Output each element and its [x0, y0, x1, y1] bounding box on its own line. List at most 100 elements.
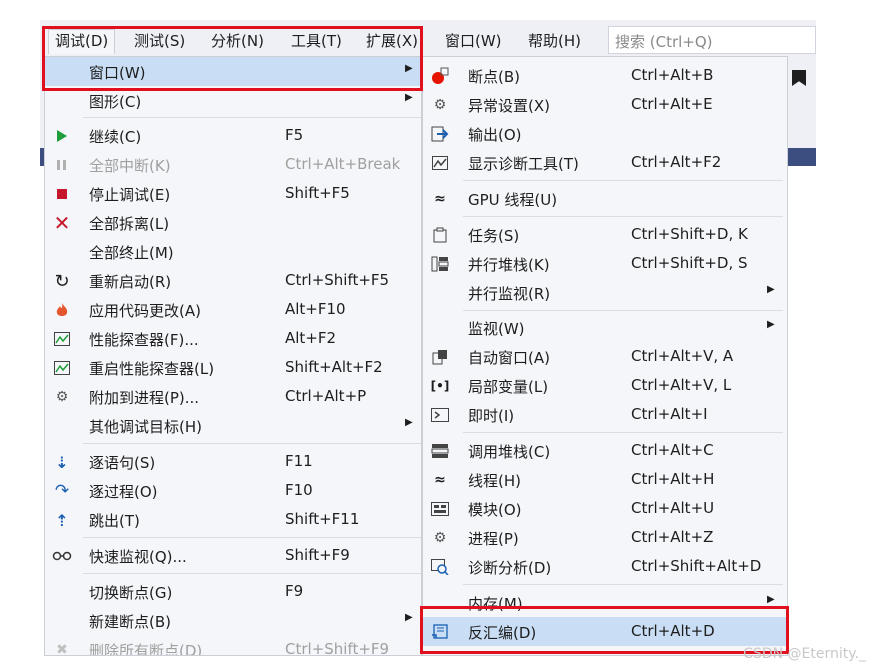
menu-separator: [83, 573, 421, 574]
window-item-autos[interactable]: 自动窗口(A) Ctrl+Alt+V, A: [423, 342, 787, 371]
menu-separator: [463, 216, 783, 217]
menu-separator: [83, 117, 421, 118]
menu-item-shortcut: Ctrl+Shift+D, S: [631, 254, 748, 272]
window-item-threads[interactable]: ≈ 线程(H) Ctrl+Alt+H: [423, 465, 787, 494]
menu-item-apply-code-changes[interactable]: 应用代码更改(A) Alt+F10: [45, 295, 421, 324]
menu-item-label: 性能探查器(F)...: [89, 331, 199, 349]
exception-settings-icon: ⚙: [433, 97, 447, 113]
menu-item-shortcut: Ctrl+Alt+P: [285, 387, 367, 405]
menu-item-step-over[interactable]: ↷ 逐过程(O) F10: [45, 476, 421, 505]
play-icon: [51, 125, 73, 147]
output-icon: [429, 123, 451, 145]
menu-item-label: 线程(H): [468, 472, 521, 490]
profiler-icon: [51, 357, 73, 379]
window-item-call-stack[interactable]: 调用堆栈(C) Ctrl+Alt+C: [423, 436, 787, 465]
menu-item-detach-all[interactable]: ✕ 全部拆离(L): [45, 208, 421, 237]
submenu-arrow-icon: ▶: [405, 612, 413, 623]
step-over-icon: ↷: [54, 481, 70, 501]
window-item-processes[interactable]: ⚙ 进程(P) Ctrl+Alt+Z: [423, 523, 787, 552]
menu-item-restart[interactable]: ↻ 重新启动(R) Ctrl+Shift+F5: [45, 266, 421, 295]
menu-item-stop-debugging[interactable]: 停止调试(E) Shift+F5: [45, 179, 421, 208]
menu-item-shortcut: Ctrl+Alt+I: [631, 405, 708, 423]
submenu-arrow-icon: ▶: [767, 594, 775, 605]
menu-item-step-into[interactable]: ⇣ 逐语句(S) F11: [45, 447, 421, 476]
menu-item-label: 并行堆栈(K): [468, 256, 550, 274]
detach-icon: ✕: [53, 211, 71, 235]
window-item-modules[interactable]: 模块(O) Ctrl+Alt+U: [423, 494, 787, 523]
menu-item-performance-profiler[interactable]: 性能探查器(F)... Alt+F2: [45, 324, 421, 353]
diagnostic-analysis-icon: [429, 556, 451, 578]
menu-item-shortcut: F10: [285, 481, 313, 499]
window-item-exception-settings[interactable]: ⚙ 异常设置(X) Ctrl+Alt+E: [423, 90, 787, 119]
window-item-locals[interactable]: [•] 局部变量(L) Ctrl+Alt+V, L: [423, 371, 787, 400]
window-item-watch[interactable]: 监视(W) ▶: [423, 313, 787, 342]
menu-item-attach-to-process[interactable]: ⚙ 附加到进程(P)... Ctrl+Alt+P: [45, 382, 421, 411]
menu-item-label: 删除所有断点(D): [89, 642, 203, 656]
window-item-diagnostic-analysis[interactable]: 诊断分析(D) Ctrl+Shift+Alt+D: [423, 552, 787, 581]
menu-item-label: 继续(C): [89, 128, 142, 146]
menu-item-continue[interactable]: 继续(C) F5: [45, 121, 421, 150]
window-item-output[interactable]: 输出(O): [423, 119, 787, 148]
menu-item-toggle-breakpoint[interactable]: 切换断点(G) F9: [45, 577, 421, 606]
menu-window[interactable]: 窗口(W): [439, 30, 508, 52]
menu-item-shortcut: Ctrl+Shift+D, K: [631, 225, 748, 243]
submenu-arrow-icon: ▶: [767, 319, 775, 330]
stop-icon: [51, 183, 73, 205]
menu-item-label: 附加到进程(P)...: [89, 389, 200, 407]
menu-item-label: 切换断点(G): [89, 584, 173, 602]
menu-separator: [463, 584, 783, 585]
watermark: CSDN @Eternity._: [743, 646, 866, 662]
menu-item-delete-all-breakpoints[interactable]: ✖ 删除所有断点(D) Ctrl+Shift+F9: [45, 635, 421, 656]
modules-icon: [429, 498, 451, 520]
menu-item-relaunch-profiler[interactable]: 重启性能探查器(L) Shift+Alt+F2: [45, 353, 421, 382]
menu-item-label: 逐语句(S): [89, 454, 156, 472]
diagnostics-icon: [429, 152, 451, 174]
breakpoint-icon: [429, 65, 451, 87]
window-item-show-diagnostic-tools[interactable]: 显示诊断工具(T) Ctrl+Alt+F2: [423, 148, 787, 177]
pause-icon: [51, 154, 73, 176]
menu-item-label: 跳出(T): [89, 512, 140, 530]
window-item-gpu-threads[interactable]: ≈ GPU 线程(U): [423, 184, 787, 213]
menu-item-break-all[interactable]: 全部中断(K) Ctrl+Alt+Break: [45, 150, 421, 179]
restart-icon: ↻: [54, 270, 70, 292]
threads-icon: ≈: [434, 472, 446, 488]
glasses-icon: [51, 545, 73, 567]
menu-item-label: 应用代码更改(A): [89, 302, 201, 320]
menu-item-label: 断点(B): [468, 68, 520, 86]
menu-item-step-out[interactable]: ⇡ 跳出(T) Shift+F11: [45, 505, 421, 534]
menu-item-label: 快速监视(Q)...: [89, 548, 187, 566]
menu-item-label: 重新启动(R): [89, 273, 172, 291]
menu-separator: [463, 310, 783, 311]
menu-separator: [463, 432, 783, 433]
autos-icon: [429, 346, 451, 368]
attach-icon: ⚙: [55, 389, 69, 405]
threads-icon: ≈: [434, 191, 446, 207]
menu-item-label: 即时(I): [468, 407, 515, 425]
menu-item-shortcut: Shift+F9: [285, 546, 350, 564]
menu-item-shortcut: Ctrl+Alt+B: [631, 66, 714, 84]
menu-item-label: 图形(C): [89, 93, 142, 111]
menu-item-shortcut: Ctrl+Shift+F9: [285, 640, 390, 656]
window-item-parallel-watch[interactable]: 并行监视(R) ▶: [423, 278, 787, 307]
menu-separator: [83, 443, 421, 444]
window-item-breakpoints[interactable]: 断点(B) Ctrl+Alt+B: [423, 61, 787, 90]
window-item-tasks[interactable]: 任务(S) Ctrl+Shift+D, K: [423, 220, 787, 249]
menu-item-label: 重启性能探查器(L): [89, 360, 215, 378]
menu-item-new-breakpoint[interactable]: 新建断点(B) ▶: [45, 606, 421, 635]
menu-separator: [83, 537, 421, 538]
menu-item-terminate-all[interactable]: 全部终止(M): [45, 237, 421, 266]
menu-item-quick-watch[interactable]: 快速监视(Q)... Shift+F9: [45, 541, 421, 570]
processes-icon: ⚙: [433, 530, 447, 546]
menu-item-other-debug-targets[interactable]: 其他调试目标(H) ▶: [45, 411, 421, 440]
menu-item-shortcut: Ctrl+Shift+F5: [285, 271, 390, 289]
menu-item-shortcut: Ctrl+Alt+F2: [631, 153, 722, 171]
menu-item-label: 任务(S): [468, 227, 520, 245]
menu-help[interactable]: 帮助(H): [522, 30, 587, 52]
hot-reload-icon: [51, 299, 73, 321]
submenu-arrow-icon: ▶: [767, 284, 775, 295]
search-input[interactable]: 搜索 (Ctrl+Q): [608, 26, 816, 54]
window-item-parallel-stacks[interactable]: 并行堆栈(K) Ctrl+Shift+D, S: [423, 249, 787, 278]
menu-item-label: 监视(W): [468, 320, 525, 338]
window-item-immediate[interactable]: 即时(I) Ctrl+Alt+I: [423, 400, 787, 429]
menu-item-shortcut: Ctrl+Alt+H: [631, 470, 715, 488]
